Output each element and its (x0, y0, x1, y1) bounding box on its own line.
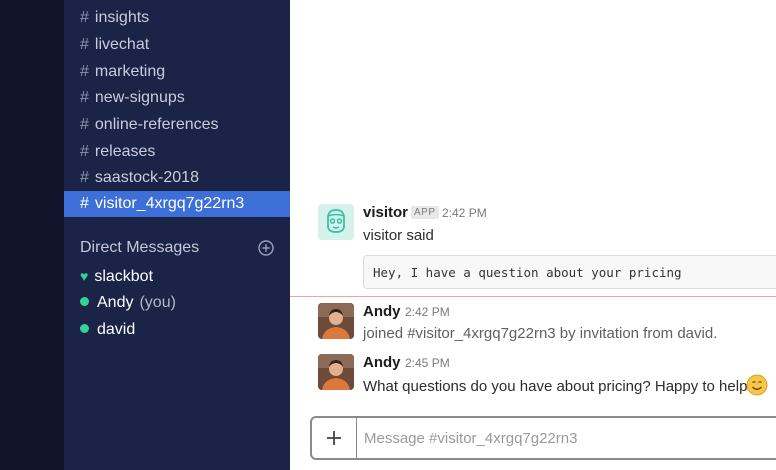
message-sender[interactable]: Andy (363, 354, 401, 371)
andy-photo-avatar[interactable] (318, 354, 354, 390)
sidebar-channel-releases[interactable]: # releases (64, 139, 290, 165)
app-badge: APP (411, 206, 439, 219)
sidebar: # insights # livechat # marketing # new-sign… (64, 0, 290, 470)
dm-item-david[interactable]: david (80, 317, 135, 343)
message-timestamp[interactable]: 2:45 PM (405, 356, 450, 370)
dm-label: Andy (97, 294, 134, 311)
channel-label: releases (94, 143, 156, 160)
channel-label: new-signups (94, 89, 185, 106)
sidebar-channel-new-signups[interactable]: # new-signups (64, 85, 290, 111)
message-sender[interactable]: Andy (363, 303, 401, 320)
channel-label: marketing (94, 63, 166, 80)
robot-avatar[interactable] (318, 204, 354, 240)
channel-hash-icon: # (80, 63, 89, 80)
channel-label: saastock-2018 (94, 169, 199, 186)
workspace-rail (0, 0, 64, 470)
sidebar-channel-insights[interactable]: # insights (64, 5, 290, 31)
channel-label: livechat (94, 36, 150, 53)
message-composer (310, 416, 776, 460)
message-text: joined #visitor_4xrgq7g22rn3 by invitati… (363, 325, 718, 342)
composer-add-button[interactable] (312, 418, 357, 458)
message-timestamp[interactable]: 2:42 PM (405, 305, 450, 319)
person-photo-icon (318, 303, 354, 339)
message-input[interactable] (364, 418, 764, 458)
sidebar-channel-livechat[interactable]: # livechat (64, 32, 290, 58)
channel-hash-icon: # (80, 195, 89, 212)
slack-window: # insights # livechat # marketing # new-sign… (0, 0, 776, 470)
message-sender[interactable]: visitor (363, 204, 408, 221)
message-text: visitor said (363, 227, 434, 244)
message-code-block: Hey, I have a question about your pricin… (363, 255, 776, 289)
sidebar-channel-saastock-2018[interactable]: # saastock-2018 (64, 165, 290, 191)
dm-item-andy[interactable]: Andy (you) (80, 290, 176, 316)
plus-icon (327, 431, 341, 445)
channel-label: visitor_4xrgq7g22rn3 (94, 195, 245, 212)
new-messages-divider (290, 296, 776, 297)
message-pane: visitor APP 2:42 PM visitor said Hey, I … (290, 0, 776, 470)
channel-hash-icon: # (80, 143, 89, 160)
message-timestamp[interactable]: 2:42 PM (442, 206, 487, 220)
online-dot-icon (80, 324, 89, 333)
direct-messages-header[interactable]: Direct Messages (80, 239, 199, 257)
add-direct-message-icon[interactable] (258, 240, 274, 256)
smiling-face-emoji-icon (746, 374, 768, 396)
channel-label: online-references (94, 116, 219, 133)
message-text: What questions do you have about pricing… (363, 378, 748, 395)
channel-hash-icon: # (80, 9, 89, 26)
channel-hash-icon: # (80, 89, 89, 106)
dm-label: slackbot (94, 268, 154, 285)
sidebar-channel-marketing[interactable]: # marketing (64, 59, 290, 85)
channel-hash-icon: # (80, 36, 89, 53)
sidebar-channel-online-references[interactable]: # online-references (64, 112, 290, 138)
robot-icon (318, 204, 354, 240)
dm-you-suffix: (you) (139, 294, 176, 311)
online-dot-icon (80, 297, 89, 306)
andy-photo-avatar[interactable] (318, 303, 354, 339)
channel-hash-icon: # (80, 169, 89, 186)
dm-item-slackbot[interactable]: ♥ slackbot (80, 263, 153, 289)
heart-icon: ♥ (80, 268, 89, 284)
channel-label: insights (94, 9, 150, 26)
channel-hash-icon: # (80, 116, 89, 133)
dm-label: david (97, 321, 136, 338)
sidebar-channel-visitor-active[interactable]: # visitor_4xrgq7g22rn3 (64, 191, 290, 217)
person-photo-icon (318, 354, 354, 390)
